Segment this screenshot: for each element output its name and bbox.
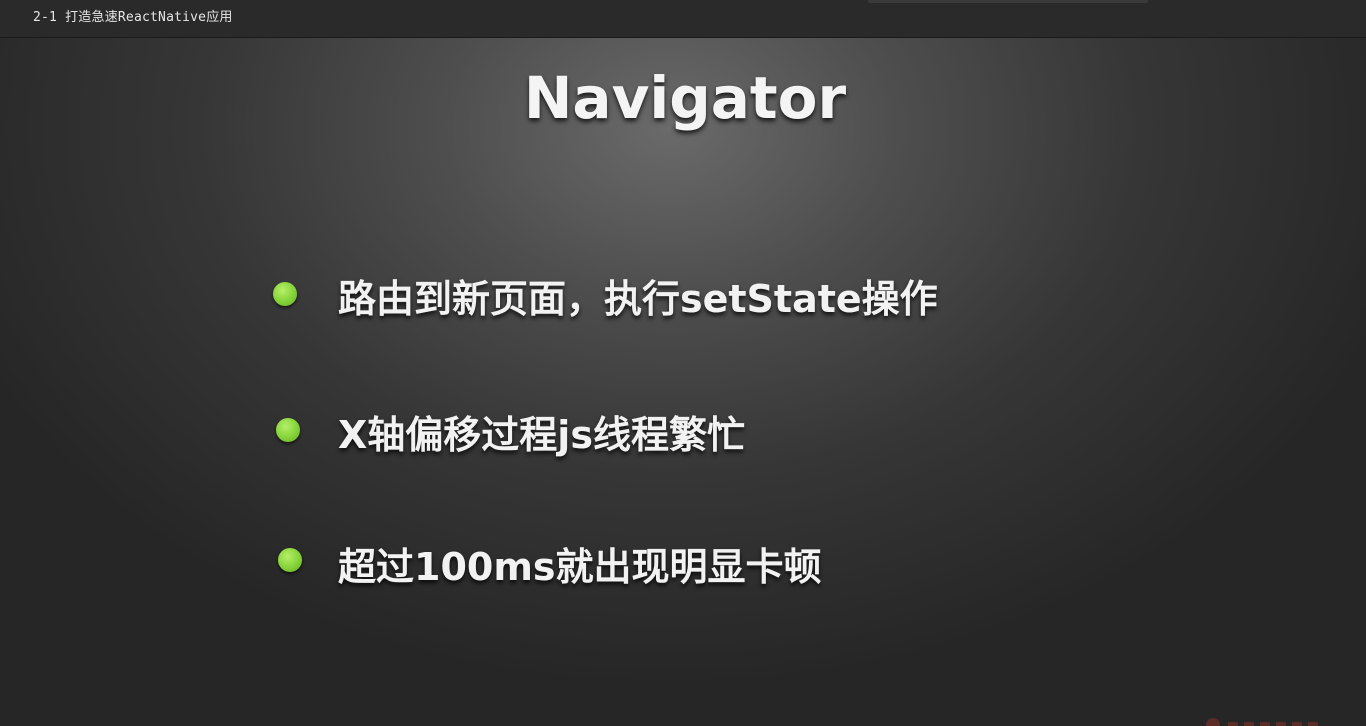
slide-title: Navigator — [523, 64, 847, 132]
bullet-item: 超过100ms就出现明显卡顿 — [0, 528, 1366, 589]
bullet-text: X轴偏移过程js线程繁忙 — [338, 413, 745, 457]
logo-text-icon — [1228, 722, 1318, 726]
bullet-text: 路由到新页面，执行setState操作 — [338, 277, 938, 321]
top-edge-bar — [868, 0, 1148, 3]
video-player-window: 2-1 打造急速ReactNative应用 Navigator 路由到新页面，执… — [0, 0, 1366, 726]
green-dot-icon — [278, 548, 302, 572]
bullet-text: 超过100ms就出现明显卡顿 — [338, 545, 822, 589]
presentation-slide[interactable]: Navigator 路由到新页面，执行setState操作 X轴偏移过程js线程… — [0, 38, 1366, 726]
logo-mark-icon — [1203, 715, 1223, 726]
video-title: 2-1 打造急速ReactNative应用 — [33, 10, 233, 25]
logo-watermark-icon — [1203, 714, 1326, 726]
bullet-item: 路由到新页面，执行setState操作 — [0, 260, 1366, 321]
bullet-item: X轴偏移过程js线程繁忙 — [0, 396, 1366, 457]
green-dot-icon — [273, 282, 297, 306]
green-dot-icon — [276, 418, 300, 442]
title-bar: 2-1 打造急速ReactNative应用 — [0, 0, 1366, 38]
